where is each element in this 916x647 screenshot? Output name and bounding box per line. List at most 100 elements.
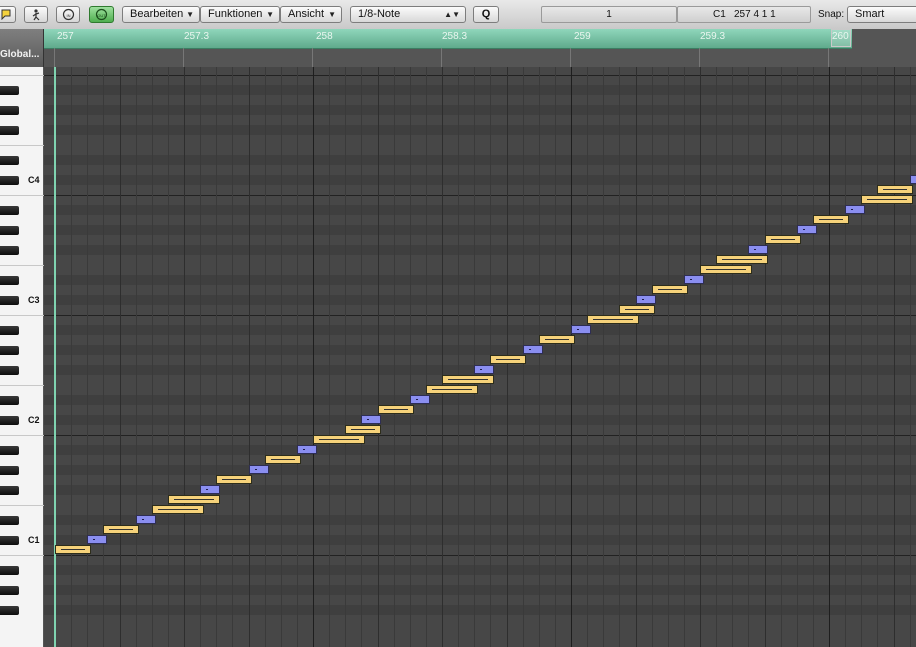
- midi-note[interactable]: [377, 405, 414, 414]
- midi-note[interactable]: [345, 425, 382, 434]
- midi-in-button[interactable]: IN: [56, 6, 80, 23]
- grid-line: [910, 67, 911, 647]
- octave-line: [44, 195, 916, 196]
- midi-note[interactable]: [264, 455, 301, 464]
- midi-note[interactable]: [538, 335, 575, 344]
- grid-line: [200, 67, 201, 647]
- black-key[interactable]: [0, 275, 19, 285]
- velocity-line: [641, 299, 644, 300]
- midi-note[interactable]: [651, 285, 688, 294]
- midi-note[interactable]: [135, 515, 156, 524]
- midi-note[interactable]: [683, 275, 704, 284]
- black-key[interactable]: [0, 445, 19, 455]
- black-key[interactable]: [0, 565, 19, 575]
- edit-menu[interactable]: Bearbeiten ▼: [122, 6, 200, 23]
- midi-note[interactable]: [812, 215, 849, 224]
- midi-note[interactable]: [361, 415, 382, 424]
- midi-note[interactable]: [313, 435, 365, 444]
- midi-note[interactable]: [796, 225, 817, 234]
- velocity-line: [448, 379, 488, 380]
- midi-note[interactable]: [87, 535, 108, 544]
- snap-select[interactable]: Smart: [847, 6, 916, 23]
- grid-line: [442, 67, 443, 647]
- global-tracks-header[interactable]: Global...: [0, 29, 44, 67]
- grid-line: [361, 67, 362, 647]
- midi-note[interactable]: [619, 305, 656, 314]
- quantize-select[interactable]: 1/8-Note ▲▼: [350, 6, 466, 23]
- velocity-line: [173, 499, 214, 500]
- grid-line: [619, 67, 620, 647]
- midi-note[interactable]: [55, 545, 91, 554]
- midi-note[interactable]: [716, 255, 769, 264]
- piano-roll-grid[interactable]: [44, 67, 916, 647]
- black-key[interactable]: [0, 345, 19, 355]
- midi-note[interactable]: [522, 345, 543, 354]
- grid-line: [394, 67, 395, 647]
- black-key[interactable]: [0, 395, 19, 405]
- black-key[interactable]: [0, 155, 19, 165]
- black-key[interactable]: [0, 325, 19, 335]
- black-key[interactable]: [0, 485, 19, 495]
- midi-note[interactable]: [425, 385, 478, 394]
- midi-note[interactable]: [296, 445, 317, 454]
- black-key[interactable]: [0, 245, 19, 255]
- black-key[interactable]: [0, 465, 19, 475]
- midi-note[interactable]: [861, 195, 914, 204]
- black-key[interactable]: [0, 175, 19, 185]
- grid-line: [539, 67, 540, 647]
- midi-note[interactable]: [151, 505, 204, 514]
- quantize-button[interactable]: Q: [473, 6, 499, 23]
- midi-note[interactable]: [877, 185, 914, 194]
- catch-button[interactable]: [24, 6, 48, 23]
- velocity-line: [802, 229, 805, 230]
- black-key[interactable]: [0, 515, 19, 525]
- octave-line: [44, 435, 916, 436]
- midi-in-icon: IN: [62, 8, 74, 21]
- octave-label-c2: C2: [28, 415, 40, 425]
- velocity-line: [593, 319, 634, 320]
- black-key[interactable]: [0, 295, 19, 305]
- black-key-lane: [44, 585, 916, 595]
- black-key[interactable]: [0, 225, 19, 235]
- midi-note[interactable]: [845, 205, 866, 214]
- midi-note[interactable]: [474, 365, 495, 374]
- midi-note[interactable]: [103, 525, 140, 534]
- black-key-lane: [44, 85, 916, 95]
- playhead[interactable]: [54, 67, 56, 647]
- midi-out-button[interactable]: OUT: [89, 6, 114, 23]
- velocity-line: [625, 309, 650, 310]
- black-key[interactable]: [0, 85, 19, 95]
- bar-ruler[interactable]: 257 257.3 258 258.3 259 259.3 260: [44, 29, 916, 67]
- black-key[interactable]: [0, 125, 19, 135]
- midi-note[interactable]: [635, 295, 656, 304]
- midi-note[interactable]: [587, 315, 640, 324]
- midi-note[interactable]: [216, 475, 253, 484]
- midi-note[interactable]: [748, 245, 769, 254]
- midi-note[interactable]: [490, 355, 527, 364]
- functions-menu[interactable]: Funktionen ▼: [200, 6, 280, 23]
- midi-note[interactable]: [700, 265, 752, 274]
- black-key-lane: [44, 415, 916, 425]
- black-key[interactable]: [0, 535, 19, 545]
- black-key[interactable]: [0, 605, 19, 615]
- grid-line: [894, 67, 895, 647]
- midi-note[interactable]: [909, 175, 916, 184]
- black-key[interactable]: [0, 585, 19, 595]
- black-key[interactable]: [0, 205, 19, 215]
- midi-note[interactable]: [571, 325, 591, 334]
- midi-note[interactable]: [442, 375, 494, 384]
- piano-keyboard[interactable]: C4 C3 C2 C1: [0, 67, 44, 647]
- velocity-line: [657, 289, 682, 290]
- edit-menu-label: Bearbeiten: [130, 8, 184, 20]
- midi-note[interactable]: [200, 485, 221, 494]
- view-menu[interactable]: Ansicht ▼: [280, 6, 342, 23]
- black-key[interactable]: [0, 105, 19, 115]
- link-button[interactable]: [0, 6, 16, 23]
- midi-note[interactable]: [409, 395, 430, 404]
- black-key[interactable]: [0, 365, 19, 375]
- midi-note[interactable]: [248, 465, 269, 474]
- midi-note[interactable]: [167, 495, 220, 504]
- black-key[interactable]: [0, 415, 19, 425]
- velocity-line: [722, 259, 763, 260]
- midi-note[interactable]: [764, 235, 801, 244]
